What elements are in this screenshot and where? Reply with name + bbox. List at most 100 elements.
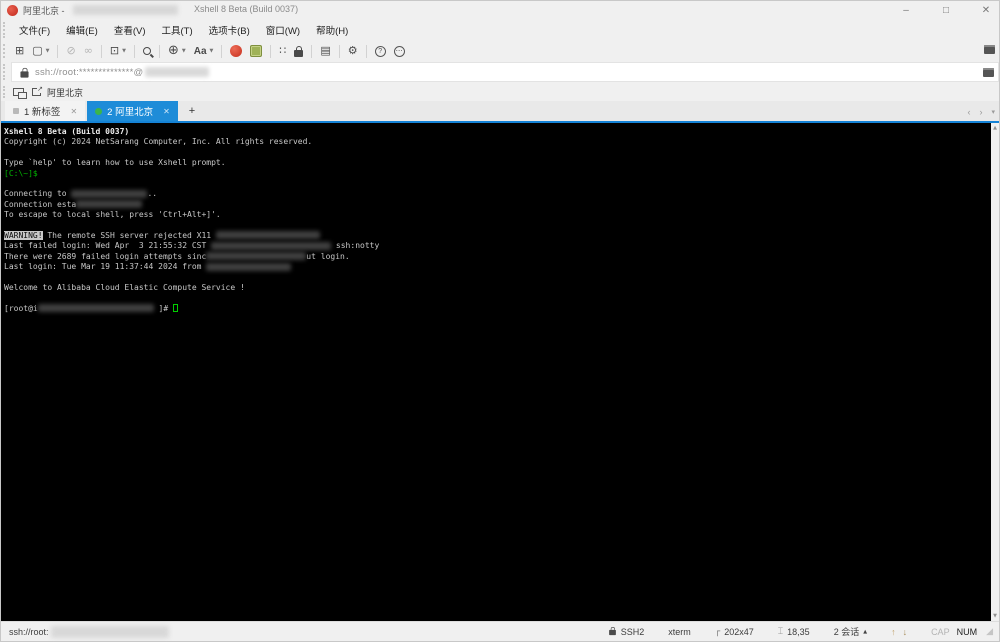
tile-sessions-icon[interactable] (13, 88, 24, 96)
compose-bar-icon[interactable]: ▤ (316, 42, 334, 60)
feedback-icon[interactable]: ⋯ (390, 42, 409, 60)
feedback-icon: ⋯ (394, 46, 405, 57)
session-connected-icon (95, 108, 102, 115)
address-value: ssh://root:**************@ (35, 67, 143, 78)
toolbar-separator (159, 45, 160, 58)
toolbar-separator (221, 45, 222, 58)
resize-corner-icon: ┌ (715, 627, 720, 637)
window-title-session: 阿里北京 - (23, 4, 65, 17)
menu-item-6[interactable]: 窗口(W) (258, 23, 308, 40)
redacted-title-text (73, 5, 178, 15)
terminal-line: Xshell 8 Beta (Build 0037) (4, 127, 989, 137)
tab-scroll-right-icon[interactable]: › (979, 107, 982, 117)
help-icon[interactable]: ? (371, 42, 390, 60)
redacted-terminal-text (71, 190, 147, 198)
terminal-line: Type `help' to learn how to use Xshell p… (4, 158, 989, 168)
toolbar-grip[interactable] (3, 44, 8, 58)
terminal-line (4, 221, 989, 231)
terminal-size-indicator: ┌ 202x47 (715, 627, 754, 637)
dropdown-caret-icon: ▼ (46, 48, 50, 54)
menu-item-5[interactable]: 选项卡(B) (201, 23, 258, 40)
window-resize-grip[interactable]: ◢ (986, 626, 993, 637)
terminal-line (4, 179, 989, 189)
options-gear-icon[interactable]: ⚙ (344, 42, 362, 60)
xshell-app-icon (230, 45, 242, 57)
new-terminal-icon: ⊡ (110, 42, 119, 60)
disconnect-icon[interactable]: ⊘ (62, 42, 79, 60)
terminal-text: Xshell 8 Beta (Build 0037) (4, 127, 129, 136)
xshell-app-icon[interactable] (226, 42, 246, 60)
window-controls: – □ ✕ (899, 1, 993, 19)
ssh-lock-icon (609, 630, 616, 635)
xftp-app-icon[interactable] (246, 42, 266, 60)
terminal-text: ut login. (306, 252, 349, 261)
close-button[interactable]: ✕ (979, 5, 993, 16)
open-session-icon[interactable]: ▢▼ (28, 42, 53, 60)
menubar-grip[interactable] (3, 22, 8, 38)
minimize-button[interactable]: – (899, 5, 913, 16)
tab-close-icon[interactable]: ✕ (163, 107, 170, 116)
compose-bar-icon: ▤ (320, 42, 330, 60)
tab-label: 2 阿里北京 (107, 104, 153, 118)
tab-close-icon[interactable]: ✕ (70, 107, 77, 116)
terminal-line: Connecting to .. (4, 189, 989, 199)
tab-label: 1 新标签 (24, 104, 60, 118)
scroll-down-icon[interactable]: ▼ (993, 611, 997, 621)
session-tab-2[interactable]: 2 阿里北京 ✕ (87, 101, 178, 121)
terminal-text: Copyright (c) 2024 NetSarang Computer, I… (4, 137, 312, 146)
menu-item-7[interactable]: 帮助(H) (308, 23, 356, 40)
terminal-line: Last login: Tue Mar 19 11:37:44 2024 fro… (4, 262, 989, 272)
address-input[interactable]: ssh://root:**************@ (11, 62, 999, 82)
encoding-globe-icon[interactable]: ⊕▼ (164, 42, 190, 60)
menu-item-2[interactable]: 编辑(E) (58, 23, 106, 40)
find-icon[interactable] (139, 42, 155, 60)
tab-list-menu-icon[interactable]: ▾ (991, 108, 995, 116)
terminal-cursor (173, 304, 178, 312)
terminal-line: To escape to local shell, press 'Ctrl+Al… (4, 210, 989, 220)
menu-item-4[interactable]: 工具(T) (153, 23, 200, 40)
scroll-up-icon[interactable]: ▲ (993, 123, 997, 133)
fullscreen-icon[interactable]: ∷ (275, 42, 290, 60)
ssh-protocol-indicator: SSH2 (608, 627, 645, 637)
tab-scroll-left-icon[interactable]: ‹ (967, 107, 970, 117)
terminal-text: Last login: Tue Mar 19 11:37:44 2024 fro… (4, 262, 206, 271)
new-terminal-icon[interactable]: ⊡▼ (106, 42, 130, 60)
scroll-bottom-arrow-icon[interactable]: ↓ (903, 627, 908, 637)
maximize-button[interactable]: □ (939, 5, 953, 16)
session-count-button[interactable]: 2 会话 ▲ (834, 625, 867, 638)
new-session-icon[interactable]: ⊞ (11, 42, 28, 60)
new-tab-button[interactable]: + (180, 101, 204, 121)
terminal-line: Copyright (c) 2024 NetSarang Computer, I… (4, 137, 989, 147)
menu-item-1[interactable]: 文件(F) (11, 23, 58, 40)
new-session-icon: ⊞ (15, 42, 24, 60)
reconnect-icon[interactable]: ∞ (80, 42, 97, 60)
toolbar-overflow-button[interactable] (984, 45, 995, 54)
terminal-text: [C:\~]$ (4, 169, 43, 178)
terminal-screen[interactable]: Xshell 8 Beta (Build 0037)Copyright (c) … (1, 123, 999, 621)
terminal-scrollbar[interactable]: ▲ ▼ (991, 123, 999, 621)
terminal-line (4, 272, 989, 282)
redacted-host-text (145, 67, 209, 77)
addressbar-grip[interactable] (3, 64, 8, 80)
menu-item-3[interactable]: 查看(V) (106, 23, 154, 40)
toolbar-separator (339, 45, 340, 58)
lock-screen-icon[interactable] (290, 42, 307, 60)
terminal-text: Connection esta (4, 200, 76, 209)
warning-highlight: WARNING! (4, 231, 43, 240)
scroll-top-arrow-icon[interactable]: ↑ (891, 627, 896, 637)
terminal-text: .. (147, 189, 157, 198)
popout-session-icon[interactable] (32, 88, 41, 96)
address-bar: ssh://root:**************@ (1, 61, 999, 83)
terminal-line (4, 293, 989, 303)
address-overflow-button[interactable] (983, 68, 994, 77)
session-tab-1[interactable]: 1 新标签 ✕ (5, 101, 85, 121)
dropdown-caret-icon: ▼ (182, 48, 186, 54)
sessionbar-grip[interactable] (3, 86, 8, 98)
font-size-control[interactable]: Aa▼ (190, 42, 218, 60)
redacted-status-text (51, 626, 169, 638)
font-size-control: Aa (194, 46, 207, 57)
lock-icon (20, 71, 28, 77)
terminal-text: The remote SSH server rejected X11 (43, 231, 216, 240)
lock-screen-icon (294, 50, 303, 57)
xftp-app-icon (250, 45, 262, 57)
